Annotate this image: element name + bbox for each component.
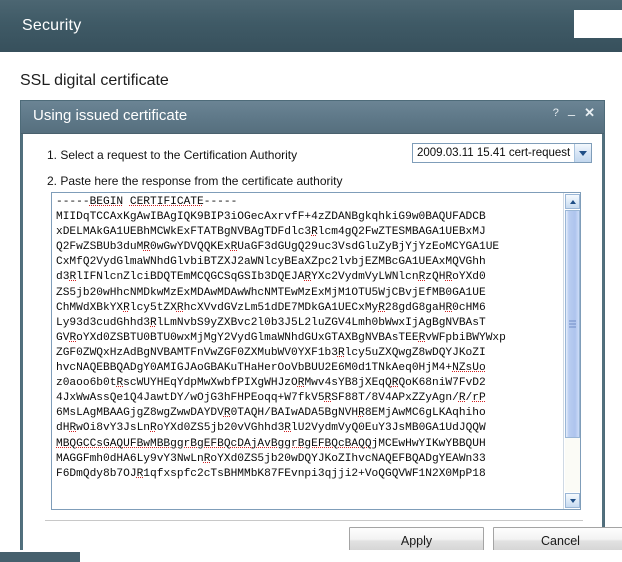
app-header-bar: Security <box>0 0 622 52</box>
certificate-textarea[interactable]: -----BEGIN CERTIFICATE----- MIIDqTCCAxKgA… <box>52 193 563 509</box>
minimize-icon[interactable]: – <box>568 108 575 122</box>
certificate-scrollbar[interactable] <box>563 193 580 509</box>
step-1-label: 1. Select a request to the Certification… <box>47 148 298 162</box>
scroll-up-icon[interactable] <box>565 194 580 209</box>
bottom-accent-bar <box>0 552 80 562</box>
request-select[interactable]: 2009.03.11 15.41 cert-request <box>412 143 592 163</box>
titlebar-button-group: ? – ✕ <box>553 106 595 122</box>
chevron-down-icon[interactable] <box>574 144 591 162</box>
using-issued-certificate-dialog: Using issued certificate ? – ✕ 1. Select… <box>20 100 622 554</box>
certificate-textarea-wrapper: -----BEGIN CERTIFICATE----- MIIDqTCCAxKgA… <box>51 192 581 510</box>
step-2-label: 2. Paste here the response from the cert… <box>47 174 343 188</box>
page-title: SSL digital certificate <box>20 72 169 89</box>
scrollbar-grip-icon <box>569 320 576 328</box>
request-select-value: 2009.03.11 15.41 cert-request <box>417 147 571 159</box>
scrollbar-thumb[interactable] <box>565 210 580 438</box>
footer-divider <box>45 520 583 521</box>
security-page: Security SSL digital certificate Using i… <box>0 0 622 562</box>
dialog-title: Using issued certificate <box>33 107 188 124</box>
help-icon[interactable]: ? <box>553 106 559 120</box>
header-right-panel <box>574 10 622 38</box>
scrollbar-track[interactable] <box>565 210 580 492</box>
dialog-content-frame: 1. Select a request to the Certification… <box>21 134 622 554</box>
close-icon[interactable]: ✕ <box>584 106 595 120</box>
scroll-down-icon[interactable] <box>565 493 580 508</box>
dialog-titlebar[interactable]: Using issued certificate ? – ✕ <box>21 101 604 134</box>
bottom-strip <box>0 550 622 562</box>
dialog-body: 1. Select a request to the Certification… <box>21 134 622 554</box>
app-title: Security <box>22 17 82 34</box>
